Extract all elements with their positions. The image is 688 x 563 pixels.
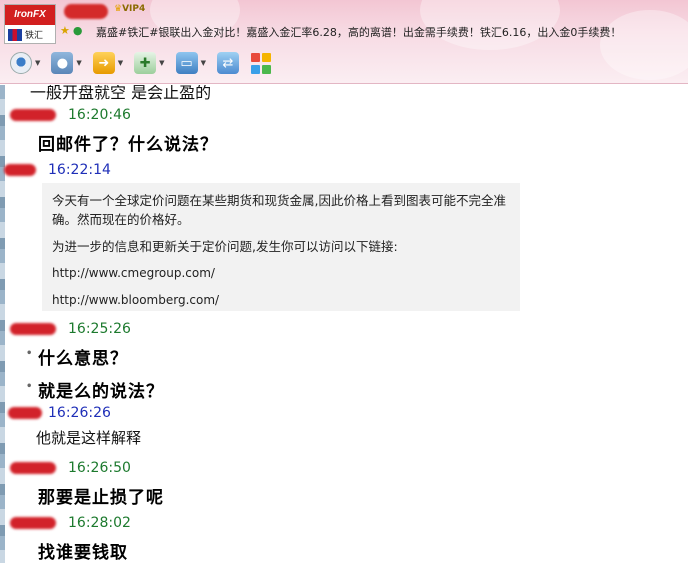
sender-name-redacted [10,462,56,474]
apps-button[interactable] [250,52,272,74]
sender-name-redacted [10,109,56,121]
message-header: 16:20:46 [10,106,684,124]
status-icons: ★ ● [60,24,82,37]
sender-name-redacted [8,407,42,419]
remote-desktop-button[interactable]: ⇄ [216,52,239,74]
chat-header: IronFX 铁汇 ♛VIP4 ★ ● 嘉盛#铁汇#银联出入金对比！嘉盛入金汇率… [0,0,688,84]
quote-paragraph: 为进一步的信息和更新关于定价问题,发生你可以访问以下链接: [52,239,398,254]
voice-call-button[interactable]: ● ▼ [51,52,82,74]
message-item: 16:26:26 他就是这样解释 [8,404,684,448]
contact-avatar[interactable]: IronFX 铁汇 [4,4,56,44]
message-header: 16:28:02 [10,514,684,532]
sender-name-redacted [10,517,56,529]
clipped-message-text: 一般开盘就空 是会止盈的 [30,85,212,102]
video-call-button[interactable]: ▼ [10,52,40,74]
message-header: 16:22:14 [4,161,684,179]
message-text: 他就是这样解释 [36,429,142,447]
microphone-icon: ● [51,52,74,74]
message-text: • 什么意思？ [26,348,128,369]
chevron-down-icon[interactable]: ▼ [118,59,123,67]
message-time: 16:25:26 [68,321,131,337]
contact-name-redacted [64,4,108,19]
message-item: 16:22:14 [4,161,684,179]
window-left-edge [0,85,5,563]
message-header: 16:25:26 [10,320,684,338]
message-item: 16:28:02 找谁要钱取 [10,514,684,563]
chevron-down-icon[interactable]: ▼ [159,59,164,67]
message-time: 16:26:26 [48,405,111,421]
star-icon: ★ [60,24,70,37]
bullet-icon: • [26,348,34,359]
message-text: • 就是么的说法？ [26,381,164,402]
share-icon: ➜ [92,52,115,74]
chat-toolbar: ▼ ● ▼ ➜ ▼ ✚ ▼ ▭ ▼ ⇄ [10,52,283,74]
send-file-button[interactable]: ✚ ▼ [134,52,165,74]
share-screen-button[interactable]: ➜ ▼ [92,52,123,74]
message-time: 16:20:46 [68,107,131,123]
contact-signature: 嘉盛#铁汇#银联出入金对比！嘉盛入金汇率6.28，高的离谱！出金需手续费！铁汇6… [96,26,622,39]
avatar-sub-text: 铁汇 [25,31,44,41]
sender-name-redacted [4,164,36,176]
quote-paragraph: 今天有一个全球定价问题在某些期货和现货金属,因此价格上看到图表可能不完全准确。然… [52,193,506,227]
quote-link[interactable]: http://www.bloomberg.com/ [52,291,510,310]
message-item: 16:25:26 • 什么意思？ • 就是么的说法？ [10,320,684,402]
quoted-email-block: 今天有一个全球定价问题在某些期货和现货金属,因此价格上看到图表可能不完全准确。然… [42,183,520,311]
file-icon: ✚ [134,52,157,74]
message-history[interactable]: 一般开盘就空 是会止盈的 16:20:46 回邮件了？什么说法？ 16:22:1… [0,85,688,563]
background-decoration [600,10,688,80]
webcam-icon [10,52,32,74]
message-header: 16:26:50 [10,459,684,477]
chevron-down-icon[interactable]: ▼ [35,59,40,67]
message-text: 那要是止损了呢 [38,488,164,508]
apps-grid-icon [250,52,272,74]
vip-badge[interactable]: ♛VIP4 [114,4,145,14]
crown-icon: ♛ [114,4,123,14]
wechat-icon: ● [72,24,83,37]
flag-icon [8,28,22,41]
message-header: 16:26:26 [8,404,684,422]
message-time: 16:28:02 [68,515,131,531]
screen-icon: ▭ [175,52,198,74]
avatar-logo-text: IronFX [5,5,55,25]
message-text: 找谁要钱取 [38,543,128,563]
sender-name-redacted [10,323,56,335]
message-item: 16:26:50 那要是止损了呢 [10,459,684,508]
remote-assist-button[interactable]: ▭ ▼ [175,52,206,74]
message-item: 16:20:46 回邮件了？什么说法？ [10,106,684,155]
bullet-icon: • [26,381,34,392]
chevron-down-icon[interactable]: ▼ [201,59,206,67]
remote-icon: ⇄ [216,52,239,74]
chevron-down-icon[interactable]: ▼ [76,59,81,67]
message-time: 16:22:14 [48,162,111,178]
message-time: 16:26:50 [68,460,131,476]
message-text: 回邮件了？什么说法？ [38,135,218,155]
quote-link[interactable]: http://www.cmegroup.com/ [52,264,510,283]
